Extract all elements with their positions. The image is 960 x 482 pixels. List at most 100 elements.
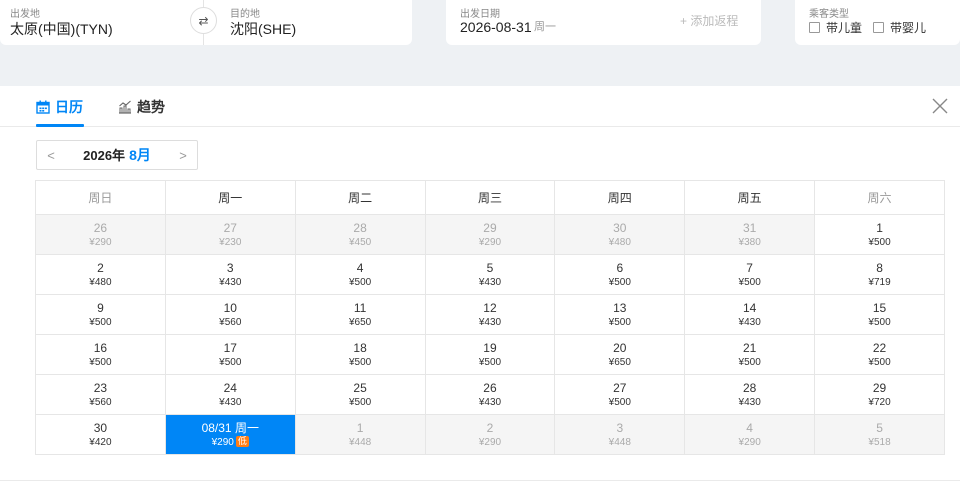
prev-month-button[interactable]: <	[37, 148, 65, 163]
day-number: 11	[353, 300, 367, 315]
calendar-day-cell[interactable]: 16 ¥500	[35, 334, 166, 375]
tab-trend[interactable]: 趋势	[118, 97, 165, 117]
calendar-day-cell[interactable]: 17 ¥500	[164, 334, 296, 375]
calendar-day-cell[interactable]: 10 ¥560	[164, 294, 296, 335]
departure-field[interactable]: 太原(中国)(TYN)	[10, 19, 113, 39]
day-price: ¥380	[685, 236, 814, 249]
day-number: 5	[486, 260, 494, 275]
calendar-day-cell[interactable]: 3 ¥430	[164, 254, 296, 295]
price-value: ¥450	[348, 236, 372, 248]
calendar-day-cell[interactable]: 7 ¥500	[684, 254, 816, 295]
calendar-day-cell[interactable]: 11 ¥650	[294, 294, 426, 335]
destination-field[interactable]: 沈阳(SHE)	[230, 19, 296, 39]
swap-icon: ⇄	[198, 13, 209, 28]
price-value: ¥650	[348, 316, 372, 328]
calendar-day-cell[interactable]: 6 ¥500	[554, 254, 686, 295]
day-number: 5	[876, 420, 883, 435]
calendar-day-cell[interactable]: 4 ¥290	[684, 414, 816, 455]
calendar-week-row: 26 ¥290 27 ¥230 28 ¥450 29 ¥290 30 ¥480 31 ¥380 1 ¥50…	[35, 214, 945, 255]
month-navigator: < 2026年 8月 >	[36, 140, 198, 170]
calendar-day-cell[interactable]: 18 ¥500	[294, 334, 426, 375]
calendar-day-cell[interactable]: 31 ¥380	[684, 214, 816, 255]
weekday-header: 周四	[554, 180, 686, 215]
price-value: ¥500	[738, 356, 761, 368]
day-price: ¥500	[296, 356, 425, 369]
day-number: 20	[613, 340, 627, 355]
calendar-day-cell[interactable]: 30 ¥480	[554, 214, 686, 255]
price-value: ¥230	[219, 236, 242, 248]
checkbox-box[interactable]	[809, 22, 820, 33]
checkbox-box[interactable]	[873, 22, 884, 33]
next-month-button[interactable]: >	[169, 148, 197, 163]
day-number: 6	[616, 260, 624, 275]
calendar-day-cell[interactable]: 26 ¥290	[35, 214, 166, 255]
day-price: ¥500	[685, 356, 814, 369]
month-label: 8月	[129, 147, 151, 163]
calendar-day-cell[interactable]: 15 ¥500	[814, 294, 945, 335]
calendar-day-cell[interactable]: 1 ¥448	[294, 414, 426, 455]
calendar-day-cell[interactable]: 5 ¥518	[814, 414, 945, 455]
add-return-button[interactable]: + 添加返程	[680, 12, 738, 29]
calendar-day-cell[interactable]: 22 ¥500	[814, 334, 945, 375]
tab-calendar[interactable]: 日历	[36, 97, 83, 117]
calendar-day-cell-selected[interactable]: 08/31 周一 ¥290 低	[164, 414, 296, 455]
day-number: 2	[97, 260, 104, 275]
date-field[interactable]: 2026-08-31	[460, 19, 532, 35]
price-value: ¥560	[219, 316, 242, 328]
calendar-day-cell[interactable]: 26 ¥430	[424, 374, 556, 415]
weekday-header: 周一	[164, 180, 296, 215]
calendar-day-cell[interactable]: 29 ¥290	[424, 214, 556, 255]
day-number: 26	[93, 220, 108, 235]
day-number: 26	[483, 380, 497, 395]
calendar-day-cell[interactable]: 9 ¥500	[35, 294, 166, 335]
calendar-day-cell[interactable]: 8 ¥719	[814, 254, 945, 295]
weekday-header: 周三	[424, 180, 556, 215]
day-price: ¥500	[815, 316, 944, 329]
calendar-day-cell[interactable]: 1 ¥500	[814, 214, 945, 255]
child-label: 带儿童	[826, 21, 863, 35]
calendar-day-cell[interactable]: 28 ¥450	[294, 214, 426, 255]
calendar-day-cell[interactable]: 5 ¥430	[424, 254, 556, 295]
calendar-day-cell[interactable]: 20 ¥650	[554, 334, 686, 375]
day-price: ¥719	[815, 276, 944, 289]
calendar-day-cell[interactable]: 19 ¥500	[424, 334, 556, 375]
calendar-day-cell[interactable]: 2 ¥290	[424, 414, 556, 455]
price-value: ¥500	[219, 356, 242, 368]
calendar-day-cell[interactable]: 29 ¥720	[814, 374, 945, 415]
divider	[203, 34, 204, 45]
price-value: ¥500	[608, 316, 631, 328]
calendar-day-cell[interactable]: 25 ¥500	[294, 374, 426, 415]
day-number: 17	[223, 340, 237, 355]
day-price: ¥500	[36, 356, 165, 369]
calendar-day-cell[interactable]: 27 ¥230	[164, 214, 296, 255]
calendar-day-cell[interactable]: 12 ¥430	[424, 294, 556, 335]
calendar-day-cell[interactable]: 23 ¥560	[35, 374, 166, 415]
route-card: 出发地 太原(中国)(TYN) ⇄ 目的地 沈阳(SHE)	[0, 0, 412, 45]
price-value: ¥500	[478, 356, 502, 368]
swap-button[interactable]: ⇄	[190, 7, 217, 34]
calendar-day-cell[interactable]: 21 ¥500	[684, 334, 816, 375]
calendar-day-cell[interactable]: 2 ¥480	[35, 254, 166, 295]
calendar-day-cell[interactable]: 27 ¥500	[554, 374, 686, 415]
close-button[interactable]	[930, 96, 950, 116]
day-number: 21	[742, 340, 757, 355]
day-number: 30	[93, 420, 108, 435]
calendar-day-cell[interactable]: 4 ¥500	[294, 254, 426, 295]
lowest-price-badge: 低	[235, 435, 249, 447]
calendar-day-cell[interactable]: 3 ¥448	[554, 414, 686, 455]
infant-checkbox[interactable]: 带婴儿	[873, 19, 926, 36]
calendar-day-cell[interactable]: 24 ¥430	[164, 374, 296, 415]
child-checkbox[interactable]: 带儿童	[809, 19, 862, 36]
day-number: 13	[613, 300, 627, 315]
day-price: ¥430	[426, 276, 555, 289]
calendar-day-cell[interactable]: 28 ¥430	[684, 374, 816, 415]
price-value: ¥430	[478, 276, 502, 288]
day-price: ¥500	[555, 276, 684, 289]
calendar-day-cell[interactable]: 30 ¥420	[35, 414, 166, 455]
price-value: ¥500	[608, 396, 631, 408]
calendar-icon	[36, 100, 50, 114]
calendar-day-cell[interactable]: 14 ¥430	[684, 294, 816, 335]
day-price: ¥290	[426, 436, 555, 449]
calendar-day-cell[interactable]: 13 ¥500	[554, 294, 686, 335]
day-price: ¥430	[426, 396, 555, 409]
